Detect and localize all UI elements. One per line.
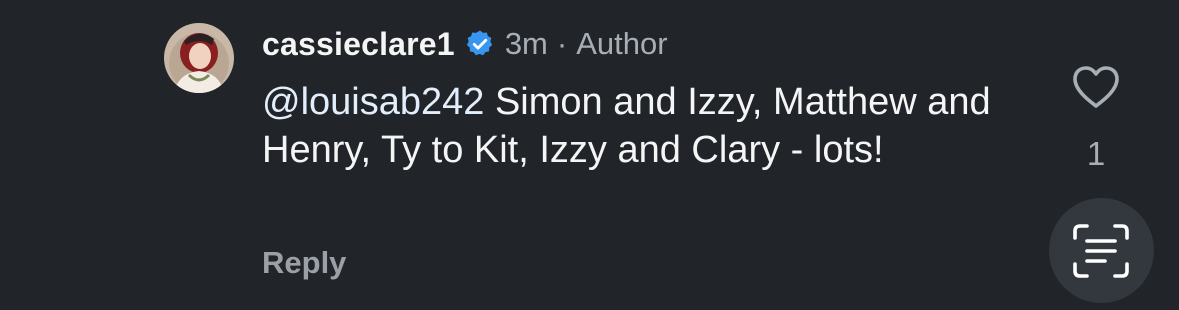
text-scan-button[interactable]	[1049, 198, 1154, 303]
comment-meta: 3m · Author	[505, 26, 668, 62]
text-scan-icon	[1073, 224, 1129, 278]
timestamp: 3m	[504, 26, 548, 61]
like-count: 1	[1086, 135, 1106, 172]
comment-text: @louisab242 Simon and Izzy, Matthew and …	[262, 78, 1032, 174]
author-label: Author	[576, 26, 668, 61]
mention-link[interactable]: @louisab242	[262, 81, 484, 123]
username[interactable]: cassieclare1	[262, 26, 455, 63]
heart-icon[interactable]	[1071, 64, 1121, 110]
comment-header: cassieclare1 3m · Author	[262, 20, 668, 68]
verified-badge-icon	[466, 30, 492, 56]
reply-button[interactable]: Reply	[262, 245, 346, 281]
avatar[interactable]	[164, 23, 234, 93]
separator: ·	[556, 26, 568, 61]
